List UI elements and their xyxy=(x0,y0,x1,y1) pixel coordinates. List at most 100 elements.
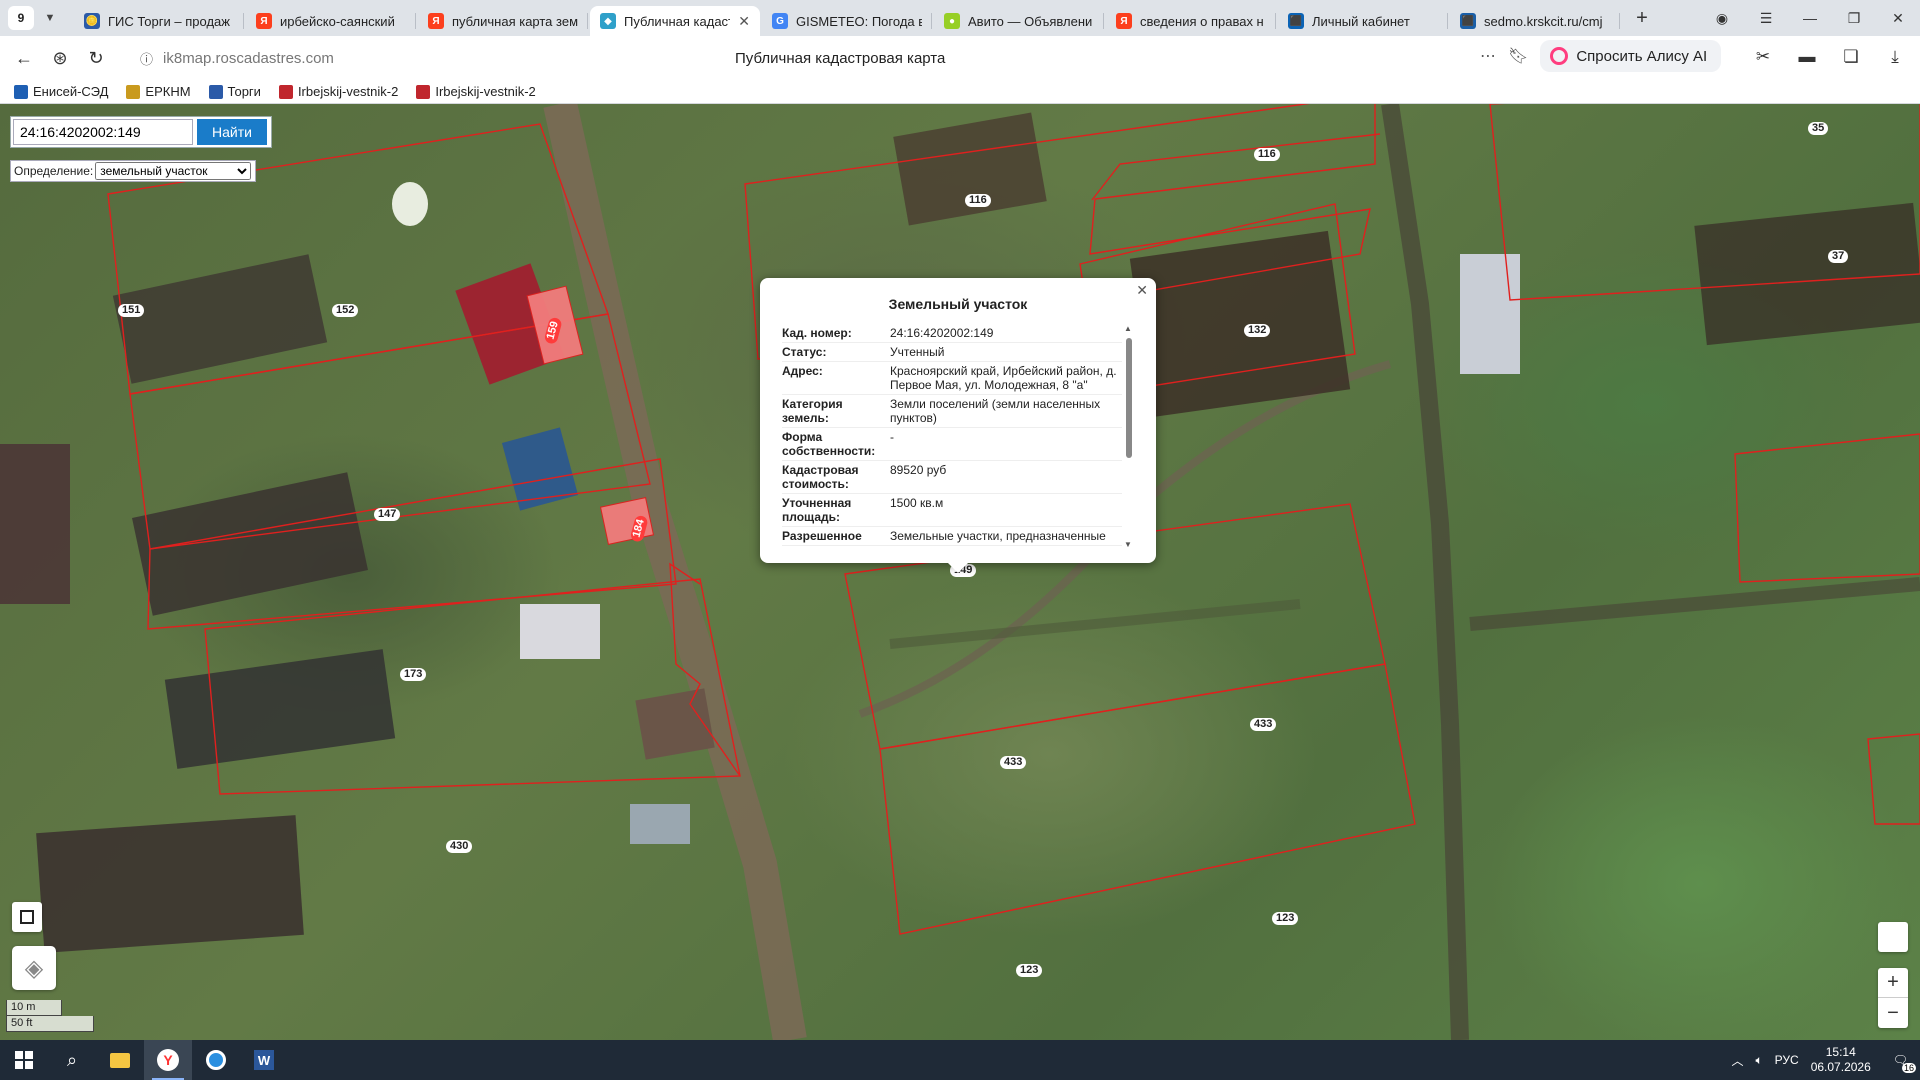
tab-list: 🪙 ГИС Торги – продаж Яирбейско-саянский Япу… xyxy=(72,0,1620,36)
back-button[interactable]: ← xyxy=(6,40,42,76)
file-explorer-icon[interactable] xyxy=(96,1040,144,1080)
bookmarks-bar: Енисей-СЭД ЕРКНМ Торги Irbejskij-vestnik-2 I… xyxy=(0,80,1920,104)
close-icon[interactable]: ✕ xyxy=(1136,282,1148,299)
layers-button[interactable]: ◈ xyxy=(12,946,56,990)
window-controls: ◉ ☰ — ❐ ✕ xyxy=(1700,0,1920,36)
tab-label: ирбейско-саянский xyxy=(280,13,395,29)
parcel-number-label[interactable]: 116 xyxy=(965,194,991,207)
popup-row: Уточненная площадь: 1500 кв.м xyxy=(782,494,1122,527)
clock[interactable]: 15:14 06.07.2026 xyxy=(1811,1045,1871,1075)
parcel-info-popup: Земельный участок ✕ Кад. номер: 24:16:420… xyxy=(760,278,1156,573)
notifications-button[interactable]: 🗨︎ 16 xyxy=(1893,1053,1916,1073)
popup-body[interactable]: Кад. номер: 24:16:4202002:149 Статус: Учтен… xyxy=(782,324,1134,549)
browser-tab[interactable]: ● Авито — Объявлени xyxy=(934,6,1104,36)
cadastral-map[interactable]: 35 116 116 37 152 159 132 147 184 173 433 433 430 123… xyxy=(0,104,1920,1040)
app-icon[interactable] xyxy=(192,1040,240,1080)
reload-button[interactable]: ↻ xyxy=(78,40,114,76)
tab-favicon-icon: ◆ xyxy=(600,13,616,29)
definition-select[interactable]: земельный участок xyxy=(95,162,252,180)
browser-tab[interactable]: ◆ Публичная кадаст ✕ xyxy=(590,6,760,36)
ask-alice-button[interactable]: Спросить Алису AI xyxy=(1540,40,1722,72)
zoom-in-button[interactable]: + xyxy=(1878,968,1908,998)
parcel-number-label[interactable]: 123 xyxy=(1272,912,1299,925)
browser-tab[interactable]: ⬛ Личный кабинет xyxy=(1278,6,1448,36)
parcel-number-label[interactable]: 433 xyxy=(1000,756,1027,769)
tab-label: публичная карта зем xyxy=(452,13,578,29)
popup-row-value: Красноярский край, Ирбейский район, д. П… xyxy=(890,364,1117,392)
zoom-out-button[interactable]: − xyxy=(1878,998,1908,1028)
browser-tab[interactable]: Япубличная карта зем xyxy=(418,6,588,36)
parcel-number-label[interactable]: 116 xyxy=(1254,148,1280,161)
parcel-number-label[interactable]: 35 xyxy=(1808,122,1829,135)
popup-row-key: Статус: xyxy=(782,345,827,359)
start-button[interactable] xyxy=(0,1040,48,1080)
vpn-icon[interactable]: ▬ xyxy=(1792,42,1822,72)
menu-icon[interactable]: ☰ xyxy=(1744,0,1788,36)
chevron-down-icon[interactable]: ▼ xyxy=(38,6,62,30)
bookmark-item[interactable]: Irbejskij-vestnik-2 xyxy=(278,84,398,99)
popup-title: Земельный участок xyxy=(888,296,1028,312)
protect-icon[interactable]: ⊛ xyxy=(42,40,78,76)
site-info-icon[interactable]: ⓘ xyxy=(140,49,153,68)
parcel-number-label[interactable]: 151 xyxy=(118,304,145,317)
close-window-button[interactable]: ✕ xyxy=(1876,0,1920,36)
browser-tab[interactable]: ⬛ sedmo.krskcit.ru/cmj xyxy=(1450,6,1620,36)
bookmark-item[interactable]: Irbejskij-vestnik-2 xyxy=(416,84,536,99)
popup-row: Категория земель: Земли поселений (земли … xyxy=(782,395,1122,428)
measure-tool-button[interactable] xyxy=(12,902,42,932)
browser-tab[interactable]: Яирбейско-саянский xyxy=(246,6,416,36)
scroll-down-icon[interactable]: ▼ xyxy=(1124,540,1132,549)
bookmark-item[interactable]: Енисей-СЭД xyxy=(14,84,108,99)
parcel-number-label[interactable]: 430 xyxy=(446,840,473,853)
browser-tab[interactable]: G GISMETEO: Погода в xyxy=(762,6,932,36)
downloads-icon[interactable]: ⤓ xyxy=(1880,42,1910,72)
fullscreen-button[interactable] xyxy=(1878,922,1908,952)
system-tray: ︿ 🔈︎ РУС 15:14 06.07.2026 🗨︎ 16 xyxy=(1731,1045,1920,1075)
parcel-number-label[interactable]: 147 xyxy=(374,508,401,521)
parcel-number-label[interactable]: 123 xyxy=(1016,964,1043,977)
tab-label: Личный кабинет xyxy=(1312,13,1410,29)
cadastral-search-input[interactable] xyxy=(13,119,193,145)
parcel-number-label[interactable]: 152 xyxy=(332,304,359,317)
browser-tab[interactable]: Ясведения о правах н xyxy=(1106,6,1276,36)
url-text[interactable]: ik8map.roscadastres.com xyxy=(163,50,334,67)
popup-row: Форма собственности: - xyxy=(782,428,1122,461)
parcel-number-label[interactable]: 433 xyxy=(1250,718,1277,731)
omnibox[interactable]: ⓘ ik8map.roscadastres.com Публичная када… xyxy=(140,42,1540,74)
scroll-up-icon[interactable]: ▲ xyxy=(1124,324,1132,333)
browser-tab[interactable]: 🪙 ГИС Торги – продаж xyxy=(74,6,244,36)
close-tab-icon[interactable]: ✕ xyxy=(738,13,750,30)
word-icon[interactable]: W xyxy=(240,1040,288,1080)
tab-label: GISMETEO: Погода в xyxy=(796,13,922,29)
bookmark-favicon-icon xyxy=(416,84,431,99)
scroll-thumb[interactable] xyxy=(1126,338,1132,458)
volume-icon[interactable]: 🔈︎ xyxy=(1755,1053,1762,1068)
search-panel: Найти xyxy=(10,116,272,148)
chevron-up-icon[interactable]: ︿ xyxy=(1731,1052,1743,1069)
search-icon[interactable]: ⌕ xyxy=(48,1040,96,1080)
bookmark-item[interactable]: ЕРКНМ xyxy=(126,84,191,99)
parcel-number-label[interactable]: 37 xyxy=(1828,250,1849,263)
minimize-button[interactable]: — xyxy=(1788,0,1832,36)
new-tab-button[interactable]: + xyxy=(1628,4,1656,32)
language-indicator[interactable]: РУС xyxy=(1775,1053,1799,1067)
yandex-browser-icon[interactable]: Y xyxy=(144,1040,192,1080)
find-button[interactable]: Найти xyxy=(197,119,267,145)
parcel-number-label[interactable]: 132 xyxy=(1244,324,1271,337)
bookmark-label: Енисей-СЭД xyxy=(33,84,109,99)
more-icon[interactable]: ⋯ xyxy=(1480,46,1496,66)
tab-label: Авито — Объявлени xyxy=(968,13,1093,29)
profile-icon[interactable]: ◉ xyxy=(1700,0,1744,36)
parcel-number-label[interactable]: 173 xyxy=(400,668,427,681)
popup-row: Кадастровая стоимость: 89520 руб xyxy=(782,461,1122,494)
popup-row-key: Кад. номер: xyxy=(782,326,852,340)
bookmark-item[interactable]: Торги xyxy=(208,84,261,99)
popup-rows: Кад. номер: 24:16:4202002:149 Статус: Учтен… xyxy=(782,324,1122,546)
popup-scrollbar[interactable]: ▲ ▼ xyxy=(1124,324,1134,549)
bookmark-icon[interactable]: 🔖︎ xyxy=(1508,46,1528,66)
collections-icon[interactable]: ❏ xyxy=(1836,42,1866,72)
restore-button[interactable]: ❐ xyxy=(1832,0,1876,36)
tab-count-badge[interactable]: 9 xyxy=(8,6,34,30)
bookmark-label: Irbejskij-vestnik-2 xyxy=(435,84,536,99)
extension-icon[interactable]: ✂ xyxy=(1748,42,1778,72)
